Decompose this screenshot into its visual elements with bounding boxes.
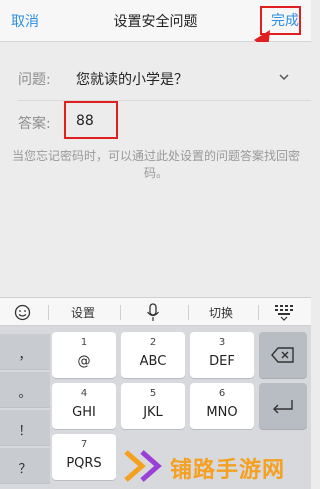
key-6[interactable]: 6 MNO (190, 383, 254, 429)
punct-key-question[interactable]: ？ (0, 448, 50, 484)
enter-key[interactable] (259, 383, 307, 429)
answer-value: 88 (76, 113, 94, 129)
punct-key-period[interactable]: 。 (0, 372, 50, 408)
keyboard-collapse-icon[interactable] (274, 304, 294, 321)
key-4[interactable]: 4 GHI (52, 383, 116, 429)
chevron-down-icon[interactable] (279, 72, 289, 82)
key-3[interactable]: 3 DEF (190, 332, 254, 378)
question-select[interactable]: 您就读的小学是？ (76, 69, 188, 89)
enter-icon (273, 400, 293, 414)
watermark: 铺路手游网 (118, 446, 311, 486)
question-row[interactable]: 问题: 您就读的小学是？ (0, 54, 311, 102)
hint-text: 当您忘记密码时，可以通过此处设置的问题答案找回密码。 (11, 149, 300, 180)
backspace-key[interactable] (259, 332, 307, 378)
answer-label: 答案: (18, 116, 51, 132)
answer-row: 答案: (0, 98, 311, 146)
security-question-form: 问题: 您就读的小学是？ 答案: 88 当您忘记密码时，可以通过此处设置的问题答… (0, 42, 311, 297)
toolbar-separator (120, 305, 121, 320)
watermark-logo-icon (124, 450, 162, 482)
toolbar-separator (48, 305, 49, 320)
keyboard-toolbar: 设置 切换 (0, 297, 311, 326)
microphone-icon[interactable] (146, 303, 160, 322)
key-1[interactable]: 1 @ (52, 332, 116, 378)
toolbar-separator (188, 305, 189, 320)
key-7[interactable]: 7 PQRS (52, 434, 116, 480)
key-5[interactable]: 5 JKL (121, 383, 185, 429)
punct-key-comma[interactable]: ， (0, 334, 50, 370)
answer-input[interactable]: 88 (64, 101, 118, 139)
punct-key-exclaim[interactable]: ！ (0, 410, 50, 446)
toolbar-separator (258, 305, 259, 320)
emoji-icon[interactable] (14, 304, 31, 321)
backspace-icon (271, 347, 294, 363)
key-2[interactable]: 2 ABC (121, 332, 185, 378)
watermark-text: 铺路手游网 (170, 458, 286, 483)
switch-button[interactable]: 切换 (209, 304, 233, 321)
settings-button[interactable]: 设置 (71, 304, 95, 321)
question-label: 问题: (18, 72, 51, 88)
